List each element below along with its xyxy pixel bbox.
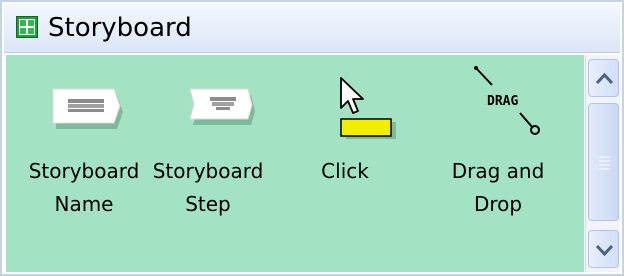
shape-label: Click — [321, 159, 369, 183]
storyboard-name-icon — [52, 88, 123, 129]
scroll-thumb[interactable] — [588, 103, 619, 221]
storyboard-panel: Storyboard Storyboard Name Storyboard St… — [0, 0, 624, 276]
panel-titlebar[interactable]: Storyboard — [4, 4, 620, 53]
shape-label: Storyboard Step — [152, 159, 264, 216]
shape-click[interactable]: Click — [275, 55, 415, 272]
scroll-up-button[interactable] — [588, 59, 619, 97]
chevron-up-icon — [595, 72, 614, 85]
storyboard-grid-icon — [16, 16, 38, 38]
shape-label: Storyboard Name — [28, 159, 140, 216]
vertical-scrollbar[interactable] — [585, 55, 620, 272]
chevron-down-icon — [595, 244, 614, 257]
shape-label: Drag and Drop — [451, 159, 545, 216]
drag-icon-text: DRAG — [487, 94, 518, 109]
drag-and-drop-icon: DRAG — [474, 66, 540, 135]
shape-storyboard-name[interactable]: Storyboard Name — [14, 55, 154, 272]
grip-lines-icon — [599, 156, 610, 170]
shape-palette: Storyboard Name Storyboard Step Click DR… — [6, 55, 584, 272]
storyboard-step-icon — [189, 88, 255, 125]
shape-drag-and-drop[interactable]: DRAG Drag and Drop — [428, 55, 568, 272]
scroll-down-button[interactable] — [588, 230, 619, 268]
panel-title: Storyboard — [48, 13, 192, 43]
shape-storyboard-step[interactable]: Storyboard Step — [138, 55, 278, 272]
click-cursor-icon — [340, 77, 396, 139]
